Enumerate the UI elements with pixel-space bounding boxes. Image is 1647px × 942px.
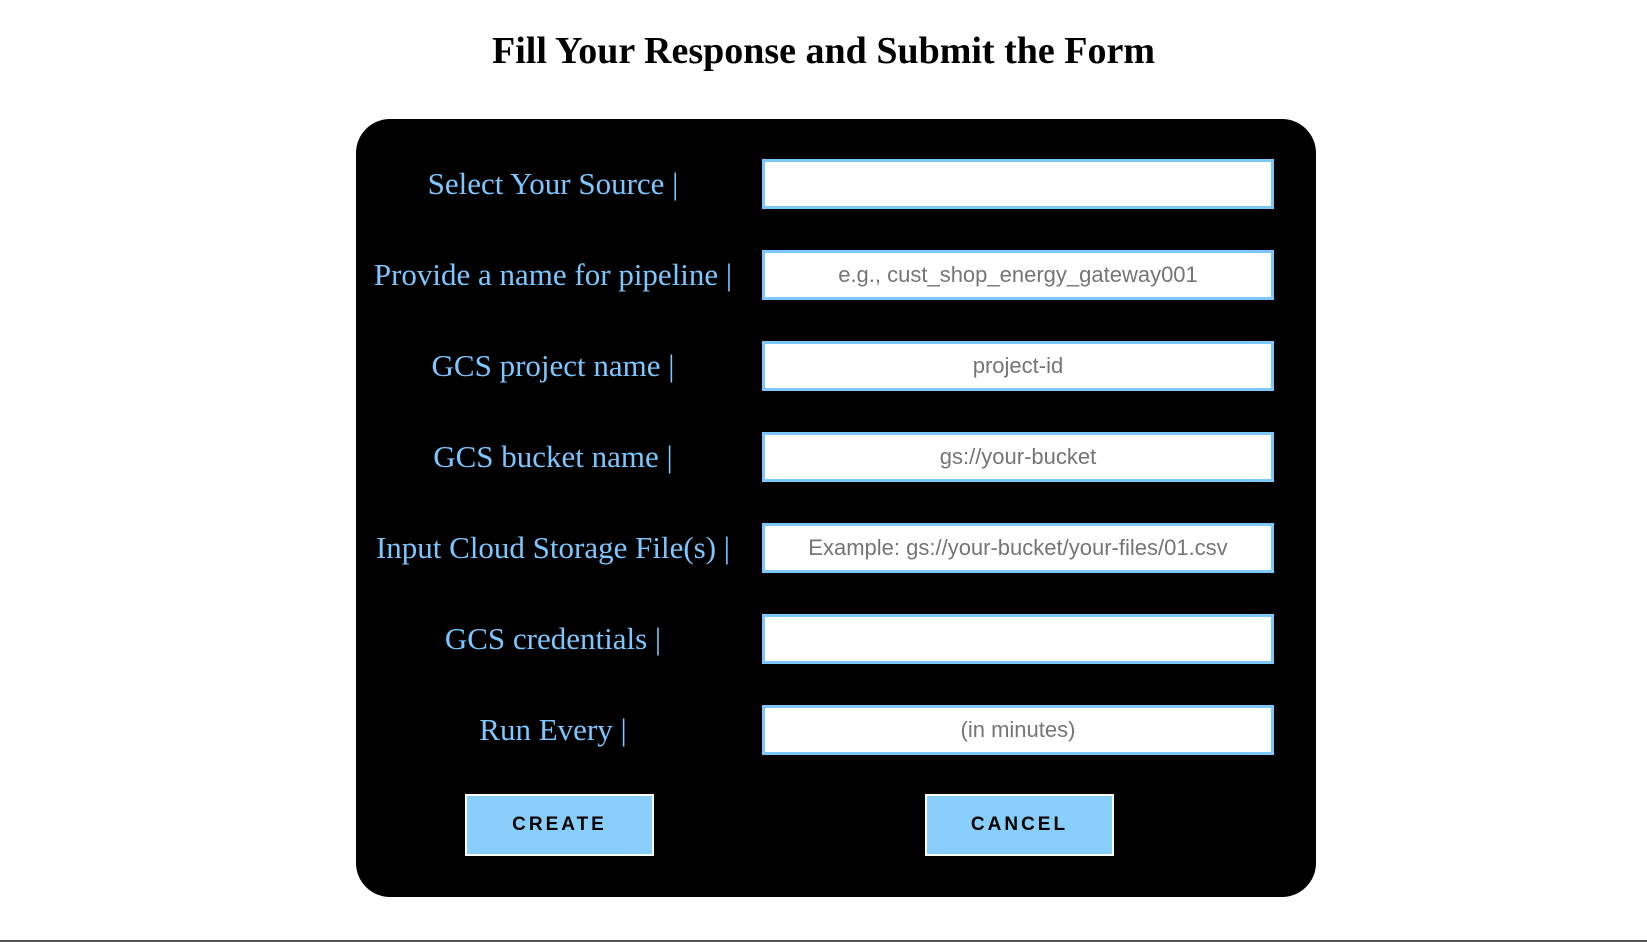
form-row-credentials: GCS credentials | [356, 614, 1316, 664]
source-input[interactable] [762, 159, 1274, 209]
page-title: Fill Your Response and Submit the Form [492, 30, 1155, 72]
form-row-run-every: Run Every | [356, 705, 1316, 755]
form-row-pipeline-name: Provide a name for pipeline | [356, 250, 1316, 300]
pipeline-form: Select Your Source | Provide a name for … [356, 119, 1316, 897]
form-row-source: Select Your Source | [356, 159, 1316, 209]
bucket-name-label: GCS bucket name | [433, 439, 673, 474]
storage-files-label: Input Cloud Storage File(s) | [375, 530, 731, 565]
project-name-input[interactable] [762, 341, 1274, 391]
storage-files-input[interactable] [762, 523, 1274, 573]
form-row-project-name: GCS project name | [356, 341, 1316, 391]
pipeline-name-input[interactable] [762, 250, 1274, 300]
project-name-label: GCS project name | [431, 348, 675, 383]
run-every-input[interactable] [762, 705, 1274, 755]
form-row-bucket-name: GCS bucket name | [356, 432, 1316, 482]
credentials-input[interactable] [762, 614, 1274, 664]
cancel-button[interactable]: CANCEL [925, 794, 1114, 856]
form-row-storage-files: Input Cloud Storage File(s) | [356, 523, 1316, 573]
source-label: Select Your Source | [427, 166, 679, 201]
credentials-label: GCS credentials | [444, 621, 662, 656]
bucket-name-input[interactable] [762, 432, 1274, 482]
create-button[interactable]: CREATE [465, 794, 654, 856]
run-every-label: Run Every | [479, 712, 627, 747]
pipeline-name-label: Provide a name for pipeline | [373, 257, 733, 292]
